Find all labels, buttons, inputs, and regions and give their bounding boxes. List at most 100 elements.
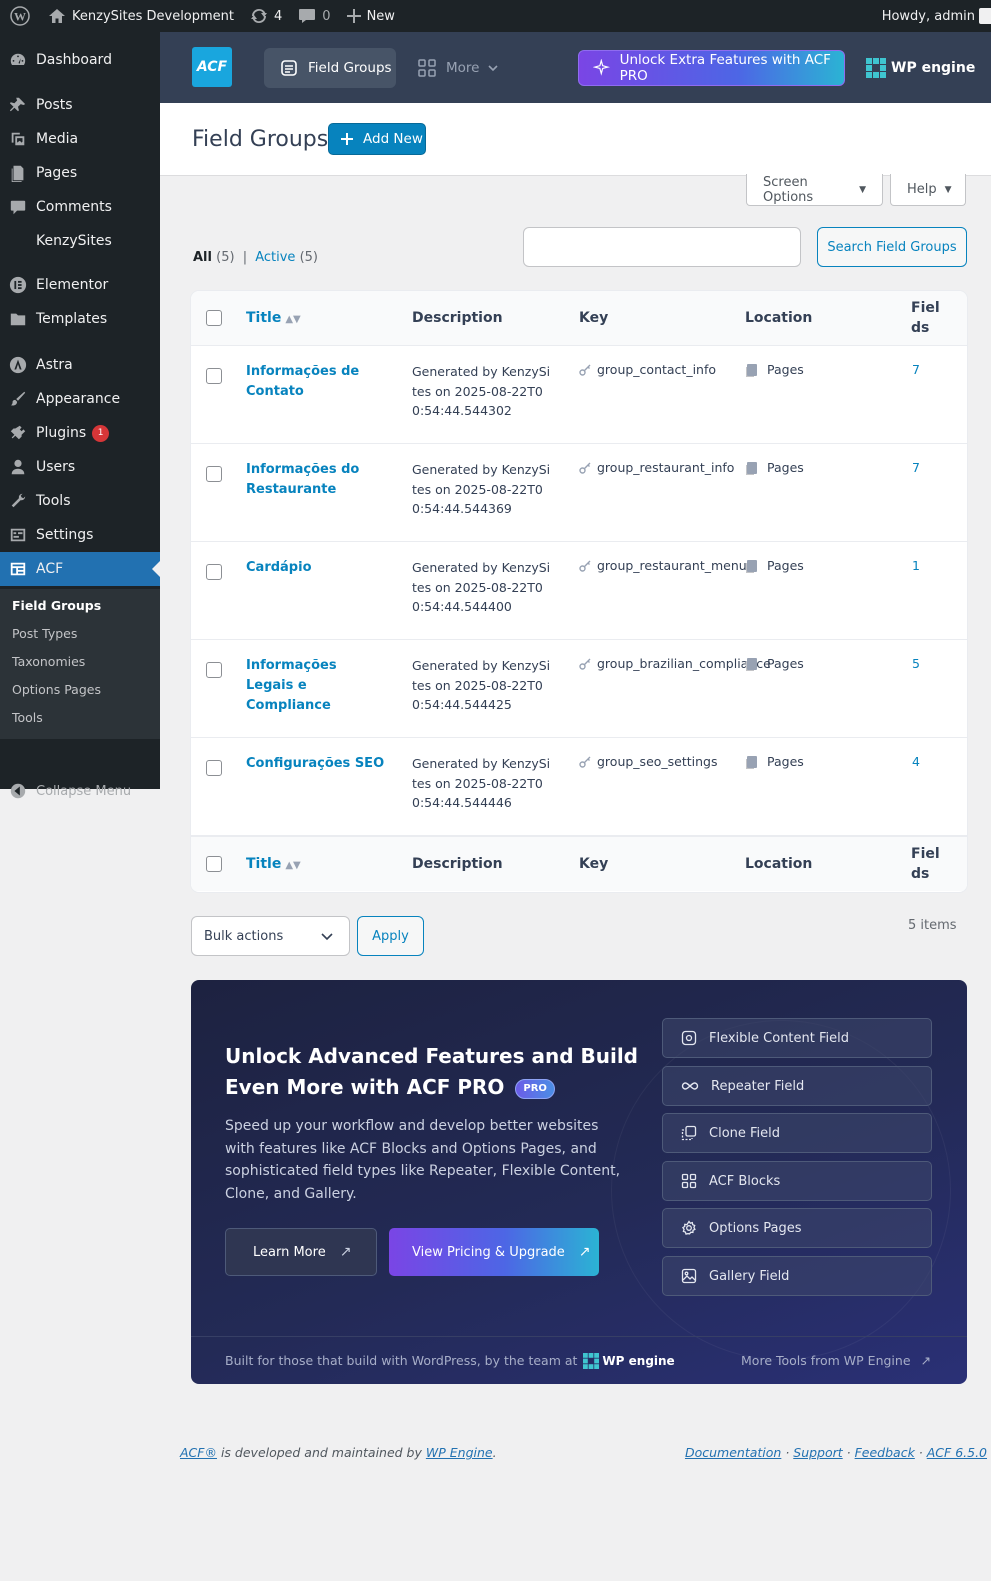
field-count-link[interactable]: 5 [912, 656, 920, 671]
submenu-tools[interactable]: Tools [12, 710, 43, 725]
updates-count: 4 [274, 8, 283, 24]
key-icon [579, 658, 591, 670]
submenu-field-groups[interactable]: Field Groups [12, 598, 101, 613]
field-group-title-link[interactable]: Informações do Restaurante [246, 460, 386, 500]
sidebar-item-posts[interactable]: Posts [0, 88, 160, 122]
table-row: Configurações SEO Generated by KenzySites… [191, 738, 967, 836]
select-all-checkbox[interactable] [206, 856, 222, 872]
sidebar-label: Media [36, 131, 79, 147]
field-group-location: Pages [747, 362, 804, 377]
wpengine-footer-logo[interactable]: WP engine [583, 1352, 675, 1369]
key-text: group_brazilian_compliance [597, 656, 771, 671]
field-group-title-link[interactable]: Informações Legais e Compliance [246, 656, 386, 716]
screen-options-label: Screen Options [763, 174, 814, 205]
row-checkbox[interactable] [206, 564, 222, 580]
sidebar-item-kenzysites[interactable]: KenzySites [0, 224, 160, 258]
tab-field-groups[interactable]: Field Groups [264, 48, 396, 88]
feedback-link[interactable]: Feedback [855, 1445, 915, 1460]
users-icon [0, 458, 36, 476]
screen-options-button[interactable]: Screen Options ▼ [746, 174, 883, 206]
field-count-link[interactable]: 1 [912, 558, 920, 573]
plugin-icon [0, 424, 36, 442]
key-text: group_restaurant_info [597, 460, 735, 475]
pages-icon [747, 755, 757, 768]
field-count-link[interactable]: 4 [912, 754, 920, 769]
site-name-link[interactable]: KenzySites Development [40, 0, 242, 32]
sidebar-item-comments[interactable]: Comments [0, 190, 160, 224]
field-group-title-link[interactable]: Cardápio [246, 558, 386, 578]
submenu-taxonomies[interactable]: Taxonomies [12, 654, 85, 669]
documentation-link[interactable]: Documentation [685, 1445, 781, 1460]
row-checkbox[interactable] [206, 466, 222, 482]
wpengine-text: WP engine [891, 60, 976, 76]
unlock-pro-label: Unlock Extra Features with ACF PRO [619, 52, 831, 84]
acf-logo[interactable]: ACF [192, 47, 232, 87]
column-title[interactable]: Title ▲▼ [246, 856, 301, 872]
tab-more[interactable]: More [412, 48, 504, 88]
feature-label: Clone Field [709, 1125, 781, 1141]
submenu-options-pages[interactable]: Options Pages [12, 682, 101, 697]
field-group-location: Pages [747, 656, 804, 671]
field-group-title-link[interactable]: Informações de Contato [246, 362, 386, 402]
row-checkbox[interactable] [206, 662, 222, 678]
bulk-actions-label: Bulk actions [204, 928, 284, 944]
sidebar-item-users[interactable]: Users [0, 450, 160, 484]
comments-link[interactable]: 0 [290, 0, 338, 32]
acf-submenu: Field Groups Post Types Taxonomies Optio… [0, 589, 160, 739]
learn-more-button[interactable]: Learn More ↗ [225, 1228, 377, 1276]
wpengine-grid-icon [583, 1352, 600, 1369]
more-tools-link[interactable]: More Tools from WP Engine ↗ [741, 1353, 931, 1368]
sidebar-label: Comments [36, 199, 112, 215]
field-count-link[interactable]: 7 [912, 460, 920, 475]
filter-all[interactable]: All [193, 250, 212, 265]
my-account[interactable]: Howdy, admin [874, 0, 991, 32]
field-count-link[interactable]: 7 [912, 362, 920, 377]
comments-icon [0, 198, 36, 216]
acf-version-link[interactable]: ACF 6.5.0 [927, 1445, 987, 1460]
new-content-link[interactable]: New [339, 0, 403, 32]
sidebar-item-dashboard[interactable]: Dashboard [0, 43, 160, 77]
unlock-pro-button[interactable]: Unlock Extra Features with ACF PRO [578, 50, 845, 86]
external-arrow-icon: ↗ [339, 1244, 352, 1260]
row-checkbox[interactable] [206, 760, 222, 776]
wordpress-logo-icon[interactable]: W [0, 0, 40, 32]
key-text: group_restaurant_menu [597, 558, 747, 573]
search-input[interactable] [523, 227, 801, 267]
sidebar-item-acf[interactable]: ACF [0, 552, 160, 586]
sidebar-item-settings[interactable]: Settings [0, 518, 160, 552]
select-all-checkbox[interactable] [206, 310, 222, 326]
row-checkbox[interactable] [206, 368, 222, 384]
sidebar-item-appearance[interactable]: Appearance [0, 382, 160, 416]
support-link[interactable]: Support [793, 1445, 842, 1460]
updates-link[interactable]: 4 [242, 0, 290, 32]
submenu-post-types[interactable]: Post Types [12, 626, 77, 641]
view-pricing-button[interactable]: View Pricing & Upgrade ↗ [389, 1228, 599, 1276]
sidebar-item-plugins[interactable]: Plugins 1 [0, 416, 160, 450]
add-new-label: Add New [363, 131, 423, 147]
field-group-title-link[interactable]: Configurações SEO [246, 754, 386, 774]
sidebar-item-templates[interactable]: Templates [0, 302, 160, 336]
wpengine-logo[interactable]: WP engine [866, 58, 975, 78]
sidebar-item-astra[interactable]: Astra [0, 348, 160, 382]
external-arrow-icon: ↗ [578, 1244, 591, 1260]
collapse-label: Collapse Menu [36, 783, 132, 799]
media-icon [0, 130, 36, 148]
sidebar-item-elementor[interactable]: Elementor [0, 268, 160, 302]
promo-title: Unlock Advanced Features and Build Even … [225, 1041, 645, 1103]
bulk-actions-select[interactable]: Bulk actions [191, 916, 350, 956]
column-title[interactable]: Title ▲▼ [246, 310, 301, 326]
sidebar-item-media[interactable]: Media [0, 122, 160, 156]
search-field-groups-button[interactable]: Search Field Groups [817, 227, 967, 267]
filter-active[interactable]: Active [255, 250, 295, 265]
help-button[interactable]: Help ▼ [890, 174, 966, 206]
wpengine-link[interactable]: WP Engine [426, 1445, 493, 1460]
sidebar-item-pages[interactable]: Pages [0, 156, 160, 190]
collapse-menu-button[interactable]: Collapse Menu [0, 774, 160, 808]
key-icon [579, 364, 591, 376]
add-new-button[interactable]: Add New [328, 123, 426, 155]
sidebar-item-tools[interactable]: Tools [0, 484, 160, 518]
chevron-down-icon [488, 65, 499, 72]
comments-count: 0 [322, 8, 331, 24]
apply-button[interactable]: Apply [357, 916, 424, 956]
acf-link[interactable]: ACF® [180, 1445, 217, 1460]
